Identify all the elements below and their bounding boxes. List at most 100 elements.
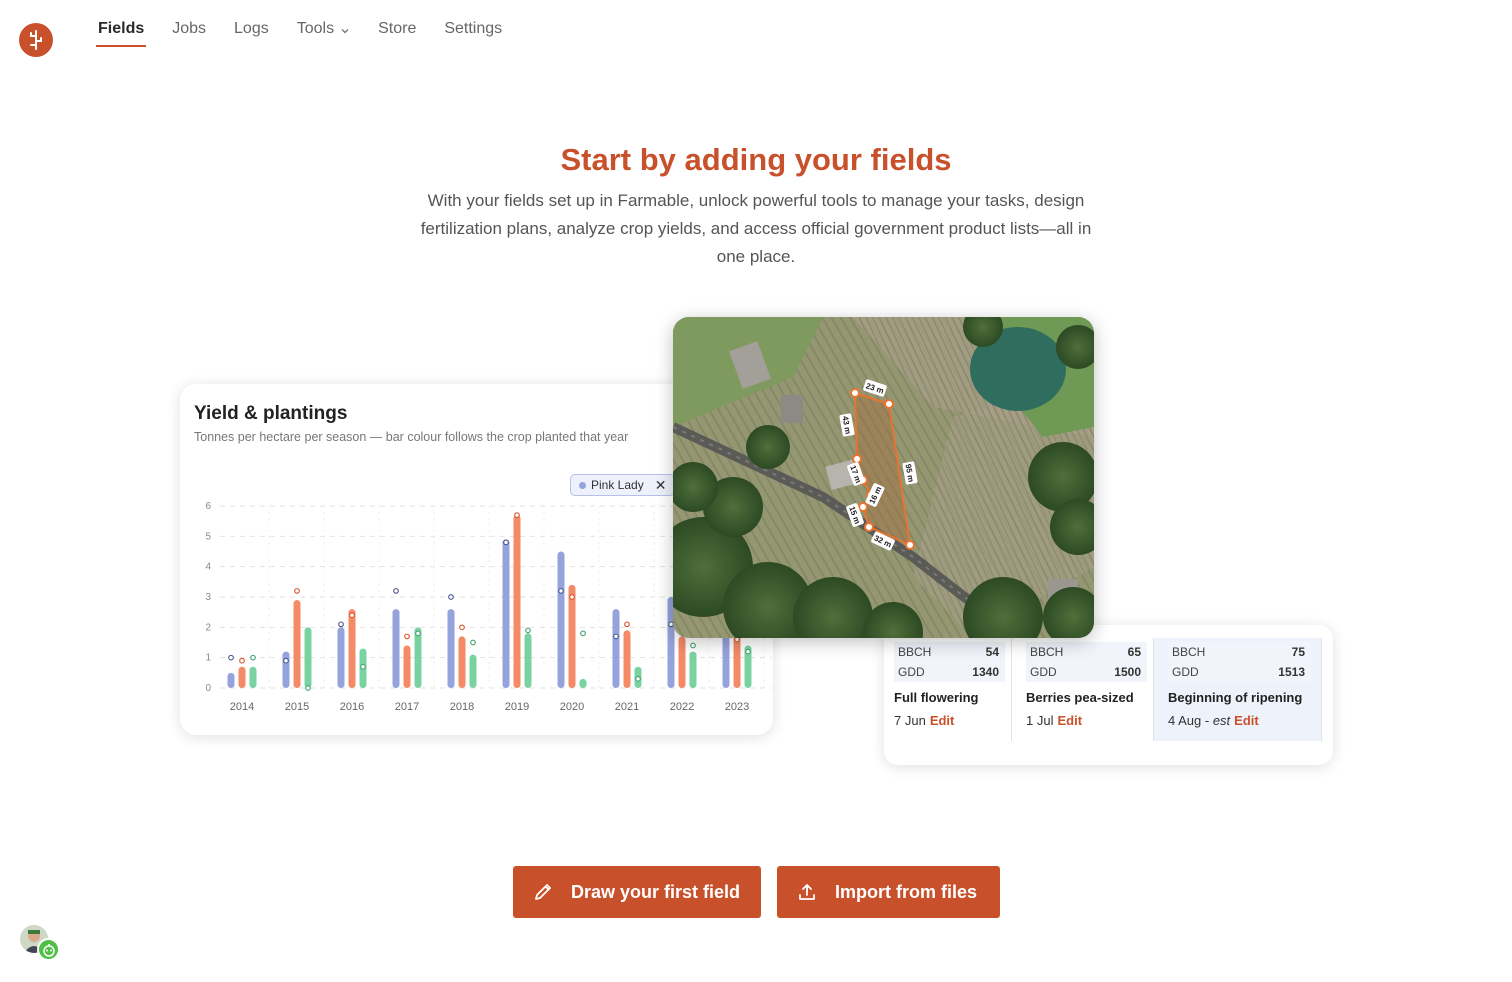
bbch-row: BBCH 75 [1168, 642, 1311, 662]
chart-marker [305, 685, 311, 691]
divider [1321, 638, 1322, 741]
bbch-label: BBCH [1172, 645, 1206, 659]
crop-filter-pill[interactable]: Pink Lady ✕ [570, 474, 676, 496]
chart-marker [745, 648, 751, 655]
bbch-value: 75 [1291, 645, 1305, 659]
chart-bar[interactable] [447, 609, 455, 688]
chart-marker [613, 633, 619, 640]
nav-settings-label: Settings [444, 20, 503, 37]
chart-marker [250, 654, 256, 661]
stage-date: 7 Jun Edit [894, 713, 954, 728]
chart-bar[interactable] [458, 636, 466, 688]
yield-card-title: Yield & plantings [194, 403, 348, 424]
chart-bar[interactable] [293, 600, 301, 688]
chart-marker [514, 512, 520, 518]
x-tick-label: 2020 [560, 701, 584, 713]
bbch-label: BBCH [1030, 645, 1064, 659]
chart-marker [635, 676, 641, 682]
gdd-row: GDD 1340 [894, 662, 1005, 682]
chart-bar[interactable] [348, 609, 356, 688]
nav-tools[interactable]: Tools [297, 20, 350, 48]
chart-bar[interactable] [568, 584, 576, 688]
chart-bar[interactable] [579, 678, 587, 688]
chart-bar[interactable] [227, 672, 235, 688]
x-tick-label: 2022 [670, 701, 694, 713]
stage-item: BBCH 65 GDD 1500 Berries pea-sized 1 Jul Ed… [1016, 638, 1153, 741]
nav-settings[interactable]: Settings [444, 20, 502, 48]
chart-marker [459, 624, 465, 631]
page-subtitle: With your fields set up in Farmable, unl… [420, 191, 1092, 266]
nav-fields[interactable]: Fields [95, 20, 147, 48]
chart-marker [349, 612, 355, 619]
chart-bar[interactable] [557, 551, 565, 689]
y-tick-label: 2 [205, 622, 211, 633]
x-tick-label: 2015 [285, 701, 309, 713]
chart-marker [294, 588, 300, 594]
chart-bar[interactable] [524, 633, 532, 688]
stage-date: 4 Aug - est Edit [1168, 713, 1259, 728]
pencil-icon [533, 882, 553, 902]
close-icon[interactable]: ✕ [655, 477, 667, 494]
chart-marker [283, 657, 289, 664]
chart-bar[interactable] [282, 651, 290, 688]
nav-jobs[interactable]: Jobs [172, 20, 206, 48]
chart-bar[interactable] [249, 666, 257, 688]
chart-bar[interactable] [689, 651, 697, 688]
satellite-map: 23 m 43 m 95 m 17 m 16 m 15 m 32 m [673, 317, 1094, 638]
chart-bar[interactable] [502, 539, 510, 688]
stage-name: Berries pea-sized [1026, 690, 1134, 705]
edit-link[interactable]: Edit [1057, 713, 1082, 728]
chart-marker [580, 630, 586, 637]
chart-marker [558, 588, 564, 594]
chart-bar[interactable] [403, 645, 411, 688]
chart-marker [569, 594, 575, 600]
x-tick-label: 2021 [615, 701, 639, 713]
chart-marker [690, 642, 696, 649]
farmable-logo-icon[interactable] [19, 23, 53, 57]
chart-bar[interactable] [392, 609, 400, 688]
gdd-value: 1513 [1278, 665, 1305, 679]
chart-bar[interactable] [304, 627, 312, 688]
y-tick-label: 4 [205, 562, 211, 573]
y-tick-label: 3 [205, 592, 211, 603]
page-title: Start by adding your fields [560, 142, 952, 177]
chart-bar[interactable] [469, 654, 477, 688]
x-tick-label: 2017 [395, 701, 419, 713]
gdd-value: 1500 [1114, 665, 1141, 679]
gdd-label: GDD [1172, 665, 1199, 679]
nav-store[interactable]: Store [378, 20, 416, 48]
chart-bar[interactable] [337, 627, 345, 688]
estimated-label: est [1212, 713, 1231, 728]
edit-link[interactable]: Edit [930, 713, 955, 728]
edit-link[interactable]: Edit [1234, 713, 1259, 728]
y-tick-label: 6 [205, 501, 211, 512]
chart-bar[interactable] [238, 666, 246, 688]
chart-bar[interactable] [414, 627, 422, 688]
y-tick-label: 5 [205, 531, 211, 542]
gdd-value: 1340 [972, 665, 999, 679]
gdd-label: GDD [1030, 665, 1057, 679]
yield-card-subtitle: Tonnes per hectare per season — bar colo… [194, 430, 629, 444]
chart-marker [525, 627, 531, 634]
draw-first-field-button[interactable]: Draw your first field [513, 866, 761, 918]
chart-bar[interactable] [678, 636, 686, 688]
growth-stages-card: BBCH 54 GDD 1340 Full flowering 7 Jun Edit … [884, 625, 1333, 765]
nav-logs[interactable]: Logs [234, 20, 269, 48]
main-nav: Fields Jobs Logs Tools Store Settings [95, 20, 530, 48]
field-map-preview: 23 m 43 m 95 m 17 m 16 m 15 m 32 m [673, 317, 1094, 638]
draw-button-label: Draw your first field [571, 881, 741, 902]
x-tick-label: 2016 [340, 701, 364, 713]
chart-marker [338, 621, 344, 628]
chart-bar[interactable] [513, 515, 521, 688]
crop-filter-label: Pink Lady [591, 478, 644, 492]
gdd-row: GDD 1500 [1026, 662, 1147, 682]
stage-item-current: BBCH 75 GDD 1513 Beginning of ripening 4 A… [1154, 638, 1321, 741]
support-bot-icon[interactable] [37, 938, 60, 961]
gdd-row: GDD 1513 [1168, 662, 1311, 682]
import-from-files-button[interactable]: Import from files [777, 866, 1000, 918]
bbch-value: 65 [1127, 645, 1141, 659]
chart-bar[interactable] [623, 630, 631, 688]
chart-bar[interactable] [612, 609, 620, 688]
chevron-down-icon [340, 23, 350, 41]
import-button-label: Import from files [835, 881, 978, 902]
